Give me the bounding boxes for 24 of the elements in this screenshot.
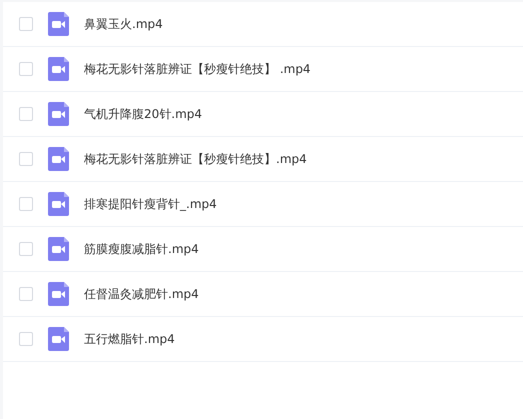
checkbox[interactable]	[19, 287, 33, 301]
video-file-icon	[48, 192, 69, 216]
checkbox[interactable]	[19, 152, 33, 166]
file-name[interactable]: 排寒提阳针瘦背针_.mp4	[84, 195, 217, 213]
video-file-icon	[48, 57, 69, 81]
video-file-icon	[48, 327, 69, 351]
video-file-icon	[48, 147, 69, 171]
file-name[interactable]: 气机升降腹20针.mp4	[84, 105, 202, 123]
video-file-icon	[48, 237, 69, 261]
checkbox[interactable]	[19, 17, 33, 31]
video-file-icon	[48, 282, 69, 306]
checkbox[interactable]	[19, 107, 33, 121]
file-name[interactable]: 筋膜瘦腹减脂针.mp4	[84, 240, 199, 258]
checkbox[interactable]	[19, 242, 33, 256]
file-name[interactable]: 鼻翼玉火.mp4	[84, 15, 163, 33]
checkbox[interactable]	[19, 197, 33, 211]
video-file-icon	[48, 102, 69, 126]
checkbox[interactable]	[19, 62, 33, 76]
checkbox[interactable]	[19, 332, 33, 346]
file-name[interactable]: 梅花无影针落脏辨证【秒瘦针绝技】 .mp4	[84, 60, 311, 78]
video-file-icon	[48, 12, 69, 36]
file-name[interactable]: 任督温灸减肥针.mp4	[84, 285, 199, 303]
file-name[interactable]: 梅花无影针落脏辨证【秒瘦针绝技】.mp4	[84, 150, 307, 168]
file-name[interactable]: 五行燃脂针.mp4	[84, 330, 175, 348]
